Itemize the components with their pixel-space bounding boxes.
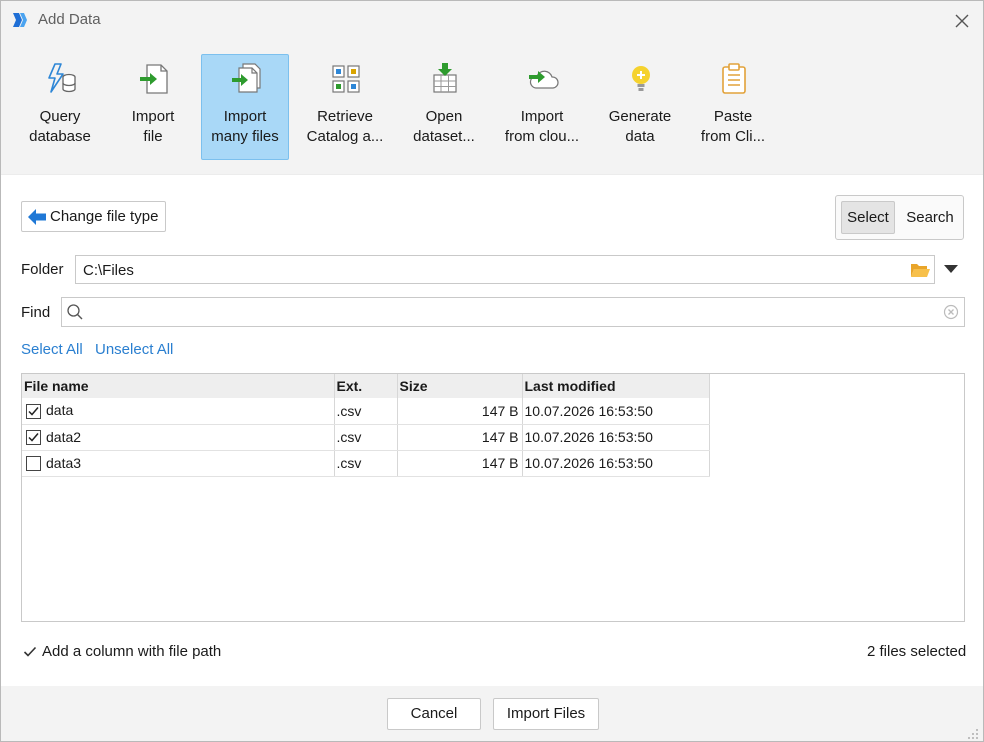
query-database-button[interactable]: Query database [16, 54, 104, 160]
clear-icon[interactable] [943, 304, 959, 320]
col-header-last-modified[interactable]: Last modified [522, 374, 710, 398]
ribbon-label: database [29, 128, 91, 145]
checkmark-icon[interactable] [23, 645, 37, 659]
checkmark-icon [28, 407, 39, 416]
change-file-type-button[interactable]: Change file type [21, 201, 166, 232]
select-mode-button[interactable]: Select [841, 201, 895, 234]
resize-grip-icon[interactable] [967, 728, 979, 740]
find-input[interactable] [61, 297, 965, 327]
app-logo-icon [13, 13, 27, 27]
files-table: File name Ext. Size Last modified data .… [21, 373, 965, 622]
ribbon-toolbar: Query database Import file Import many file… [1, 39, 983, 175]
title-bar: Add Data [1, 1, 983, 39]
retrieve-catalog-button[interactable]: Retrieve Catalog a... [301, 54, 389, 160]
ribbon-label: data [625, 128, 655, 145]
find-label: Find [21, 304, 51, 321]
file-ext: .csv [334, 424, 398, 451]
file-name: data3 [46, 454, 82, 471]
file-name: data2 [46, 428, 82, 445]
file-ext: .csv [334, 450, 398, 477]
folder-open-icon[interactable] [910, 261, 930, 279]
file-ext: .csv [334, 398, 398, 425]
ribbon-label: Import [520, 108, 564, 125]
import-from-cloud-button[interactable]: Import from clou... [498, 54, 586, 160]
ribbon-label: from Cli... [700, 128, 766, 145]
open-dataset-button[interactable]: Open dataset... [400, 54, 488, 160]
ribbon-label: Open [425, 108, 463, 125]
clipboard-icon [722, 63, 746, 94]
paste-from-clipboard-button[interactable]: Paste from Cli... [689, 54, 777, 160]
search-mode-button[interactable]: Search [900, 201, 960, 234]
table-row[interactable]: data2 .csv 147 B 10.07.2026 16:53:50 [22, 424, 710, 451]
mode-toggle: Select Search [835, 195, 964, 240]
file-name-cell: data [22, 398, 335, 425]
table-row[interactable]: data3 .csv 147 B 10.07.2026 16:53:50 [22, 450, 710, 477]
folder-label: Folder [21, 261, 64, 278]
ribbon-label: many files [211, 128, 279, 145]
dialog-footer: Cancel Import Files [1, 686, 983, 741]
cancel-button[interactable]: Cancel [387, 698, 481, 730]
import-cloud-icon [529, 70, 559, 89]
add-data-dialog: Add Data Query database Import file Impo… [0, 0, 984, 742]
row-checkbox[interactable] [26, 404, 41, 420]
checkmark-icon [28, 433, 39, 442]
ribbon-label: from clou... [504, 128, 580, 145]
generate-data-button[interactable]: Generate data [596, 54, 684, 160]
file-modified: 10.07.2026 16:53:50 [522, 450, 710, 477]
file-size: 147 B [397, 450, 523, 477]
ribbon-label: file [143, 128, 163, 145]
selection-status: 2 files selected [867, 643, 967, 660]
table-header-row: File name Ext. Size Last modified [22, 374, 710, 398]
file-modified: 10.07.2026 16:53:50 [522, 424, 710, 451]
file-name: data [46, 402, 74, 419]
select-all-link[interactable]: Select All [21, 341, 83, 358]
catalog-icon [332, 65, 360, 93]
import-many-files-icon [232, 63, 261, 93]
unselect-all-link[interactable]: Unselect All [95, 341, 173, 358]
files-grid: File name Ext. Size Last modified data .… [22, 374, 710, 477]
file-size: 147 B [397, 424, 523, 451]
folder-path: C:\Files [83, 262, 134, 279]
col-header-ext[interactable]: Ext. [334, 374, 398, 398]
ribbon-label: dataset... [413, 128, 475, 145]
file-size: 147 B [397, 398, 523, 425]
row-checkbox[interactable] [26, 430, 41, 446]
row-checkbox[interactable] [26, 456, 41, 472]
open-dataset-icon [433, 63, 457, 93]
ribbon-label: Paste [713, 108, 753, 125]
window-title: Add Data [38, 11, 101, 28]
search-icon [67, 304, 83, 320]
col-header-file-name[interactable]: File name [22, 374, 335, 398]
ribbon-label: Import [223, 108, 267, 125]
file-name-cell: data3 [22, 450, 335, 477]
chevron-down-icon[interactable] [942, 263, 960, 275]
ribbon-label: Catalog a... [306, 128, 384, 145]
ribbon-label: Query [39, 108, 81, 125]
add-file-path-column-label: Add a column with file path [42, 643, 222, 660]
lightbulb-icon [632, 66, 650, 91]
col-header-size[interactable]: Size [397, 374, 523, 398]
query-database-icon [48, 63, 76, 93]
file-modified: 10.07.2026 16:53:50 [522, 398, 710, 425]
ribbon-label: Generate [608, 108, 672, 125]
change-file-type-label: Change file type [50, 208, 159, 225]
close-icon[interactable] [951, 10, 973, 32]
file-name-cell: data2 [22, 424, 335, 451]
import-files-button[interactable]: Import Files [493, 698, 599, 730]
folder-field[interactable]: C:\Files [75, 255, 935, 284]
import-many-files-button[interactable]: Import many files [201, 54, 289, 160]
import-file-icon [140, 64, 168, 94]
table-row[interactable]: data .csv 147 B 10.07.2026 16:53:50 [22, 398, 710, 425]
ribbon-label: Import [131, 108, 175, 125]
ribbon-label: Retrieve [317, 108, 373, 125]
import-file-button[interactable]: Import file [109, 54, 197, 160]
arrow-left-icon [28, 209, 46, 225]
